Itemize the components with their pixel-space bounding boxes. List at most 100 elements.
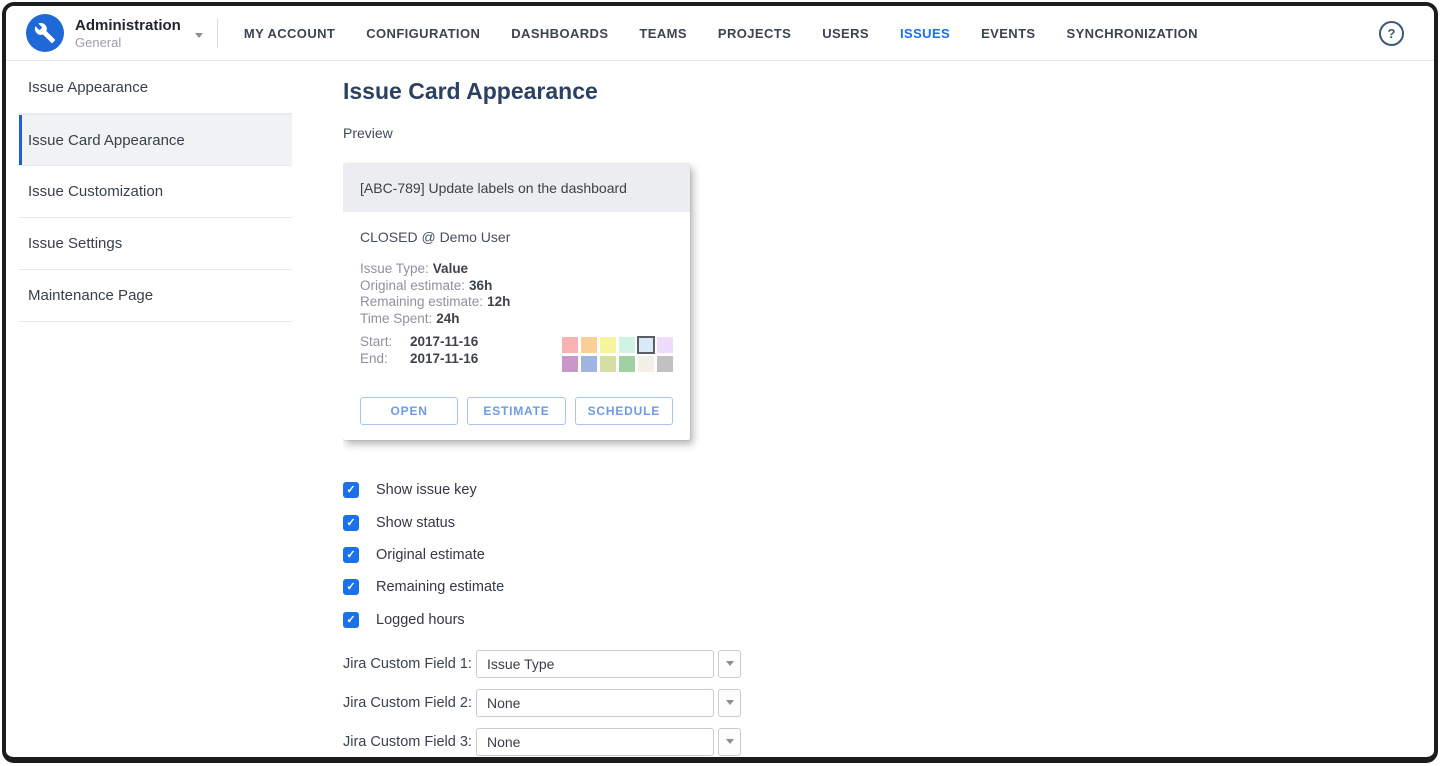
date-block: Start: 2017-11-16 End: 2017-11-16: [360, 334, 478, 367]
checkbox-remaining-estimate[interactable]: ✓ Remaining estimate: [343, 571, 1430, 603]
custom-field-2-dropdown-button[interactable]: [718, 689, 741, 717]
color-swatch[interactable]: [619, 356, 635, 372]
field-time-spent: Time Spent: 24h: [360, 311, 673, 328]
color-swatch[interactable]: [638, 356, 654, 372]
field-original-estimate: Original estimate: 36h: [360, 278, 673, 295]
checkbox-checked-icon[interactable]: ✓: [343, 515, 359, 531]
color-swatch-selected[interactable]: [638, 337, 654, 353]
checkbox-checked-icon[interactable]: ✓: [343, 547, 359, 563]
open-button[interactable]: OPEN: [360, 397, 458, 425]
checkbox-show-issue-key[interactable]: ✓ Show issue key: [343, 474, 1430, 506]
nav-item-users[interactable]: USERS: [822, 26, 869, 41]
help-icon[interactable]: ?: [1379, 21, 1404, 46]
start-date-row: Start: 2017-11-16: [360, 334, 478, 351]
chevron-down-icon: [726, 700, 734, 705]
issue-card-preview: [ABC-789] Update labels on the dashboard…: [343, 164, 690, 440]
color-swatch[interactable]: [562, 337, 578, 353]
nav-item-events[interactable]: EVENTS: [981, 26, 1035, 41]
end-date-row: End: 2017-11-16: [360, 351, 478, 368]
nav-item-issues[interactable]: ISSUES: [900, 26, 950, 41]
page-title: Issue Card Appearance: [343, 76, 1430, 106]
field-value: 12h: [487, 294, 510, 309]
preview-label: Preview: [343, 124, 1430, 142]
nav-item-projects[interactable]: PROJECTS: [718, 26, 791, 41]
field-issue-type: Issue Type: Value: [360, 261, 673, 278]
color-swatch[interactable]: [581, 356, 597, 372]
checkbox-label: Remaining estimate: [376, 579, 504, 595]
checkbox-checked-icon[interactable]: ✓: [343, 482, 359, 498]
sidebar-item-issue-customization[interactable]: Issue Customization: [19, 166, 292, 218]
chevron-down-icon: [726, 739, 734, 744]
color-swatch[interactable]: [581, 337, 597, 353]
brand-title: Administration: [75, 17, 181, 35]
sidebar-item-issue-settings[interactable]: Issue Settings: [19, 218, 292, 270]
color-swatch[interactable]: [657, 356, 673, 372]
field-value: 24h: [436, 311, 459, 326]
custom-field-1-label: Jira Custom Field 1:: [343, 656, 476, 672]
nav-item-teams[interactable]: TEAMS: [639, 26, 687, 41]
chevron-down-icon[interactable]: [195, 33, 203, 38]
color-swatch[interactable]: [562, 356, 578, 372]
sidebar-item-issue-card-appearance[interactable]: Issue Card Appearance: [19, 114, 292, 166]
card-actions: OPEN ESTIMATE SCHEDULE: [360, 397, 673, 425]
help-glyph: ?: [1388, 26, 1396, 41]
checkbox-checked-icon[interactable]: ✓: [343, 612, 359, 628]
checkbox-label: Show issue key: [376, 482, 477, 498]
app-window: Administration General MY ACCOUNT CONFIG…: [2, 2, 1438, 763]
brand-subtitle: General: [75, 35, 181, 50]
color-palette: [562, 337, 673, 372]
custom-field-3-select[interactable]: None: [476, 728, 714, 756]
checkbox-label: Show status: [376, 515, 455, 531]
start-date-value: 2017-11-16: [410, 334, 478, 351]
field-remaining-estimate: Remaining estimate: 12h: [360, 294, 673, 311]
schedule-button[interactable]: SCHEDULE: [575, 397, 673, 425]
checkbox-label: Logged hours: [376, 612, 465, 628]
color-swatch[interactable]: [657, 337, 673, 353]
estimate-button[interactable]: ESTIMATE: [467, 397, 565, 425]
custom-field-1-dropdown-button[interactable]: [718, 650, 741, 678]
nav-item-my-account[interactable]: MY ACCOUNT: [244, 26, 335, 41]
chevron-down-icon: [726, 661, 734, 666]
custom-field-2-label: Jira Custom Field 2:: [343, 695, 476, 711]
checkbox-show-status[interactable]: ✓ Show status: [343, 506, 1430, 538]
admin-context-switcher[interactable]: Administration General: [6, 14, 203, 52]
checkbox-label: Original estimate: [376, 547, 485, 563]
checkbox-original-estimate[interactable]: ✓ Original estimate: [343, 539, 1430, 571]
sidebar-item-issue-appearance[interactable]: Issue Appearance: [19, 62, 292, 114]
main-nav: MY ACCOUNT CONFIGURATION DASHBOARDS TEAM…: [244, 26, 1198, 41]
custom-field-selectors: Jira Custom Field 1: Issue Type Jira Cus…: [343, 650, 1430, 756]
color-swatch[interactable]: [600, 356, 616, 372]
nav-item-configuration[interactable]: CONFIGURATION: [366, 26, 480, 41]
display-options: ✓ Show issue key ✓ Show status ✓ Origina…: [343, 474, 1430, 636]
custom-field-row-3: Jira Custom Field 3: None: [343, 728, 1430, 756]
field-value: Value: [433, 261, 468, 276]
issue-status-line: CLOSED @ Demo User: [360, 228, 673, 246]
start-date-label: Start:: [360, 334, 410, 351]
header-divider: [217, 18, 218, 48]
brand-text: Administration General: [75, 17, 181, 50]
field-label: Original estimate:: [360, 278, 465, 293]
custom-field-row-1: Jira Custom Field 1: Issue Type: [343, 650, 1430, 678]
main-content: Issue Card Appearance Preview [ABC-789] …: [343, 62, 1430, 757]
color-swatch[interactable]: [600, 337, 616, 353]
wrench-icon: [26, 14, 64, 52]
checkbox-checked-icon[interactable]: ✓: [343, 579, 359, 595]
checkbox-logged-hours[interactable]: ✓ Logged hours: [343, 604, 1430, 636]
field-label: Issue Type:: [360, 261, 429, 276]
settings-sidebar: Issue Appearance Issue Card Appearance I…: [19, 62, 292, 322]
field-value: 36h: [469, 278, 492, 293]
field-label: Remaining estimate:: [360, 294, 483, 309]
dates-and-colors: Start: 2017-11-16 End: 2017-11-16: [360, 334, 673, 372]
custom-field-2-select[interactable]: None: [476, 689, 714, 717]
nav-item-dashboards[interactable]: DASHBOARDS: [511, 26, 608, 41]
issue-card-body: CLOSED @ Demo User Issue Type: Value Orig…: [343, 212, 690, 440]
nav-item-synchronization[interactable]: SYNCHRONIZATION: [1067, 26, 1198, 41]
sidebar-item-maintenance-page[interactable]: Maintenance Page: [19, 270, 292, 322]
end-date-label: End:: [360, 351, 410, 368]
custom-field-1-select[interactable]: Issue Type: [476, 650, 714, 678]
custom-field-3-label: Jira Custom Field 3:: [343, 734, 476, 750]
color-swatch[interactable]: [619, 337, 635, 353]
custom-field-3-dropdown-button[interactable]: [718, 728, 741, 756]
custom-field-row-2: Jira Custom Field 2: None: [343, 689, 1430, 717]
field-label: Time Spent:: [360, 311, 432, 326]
